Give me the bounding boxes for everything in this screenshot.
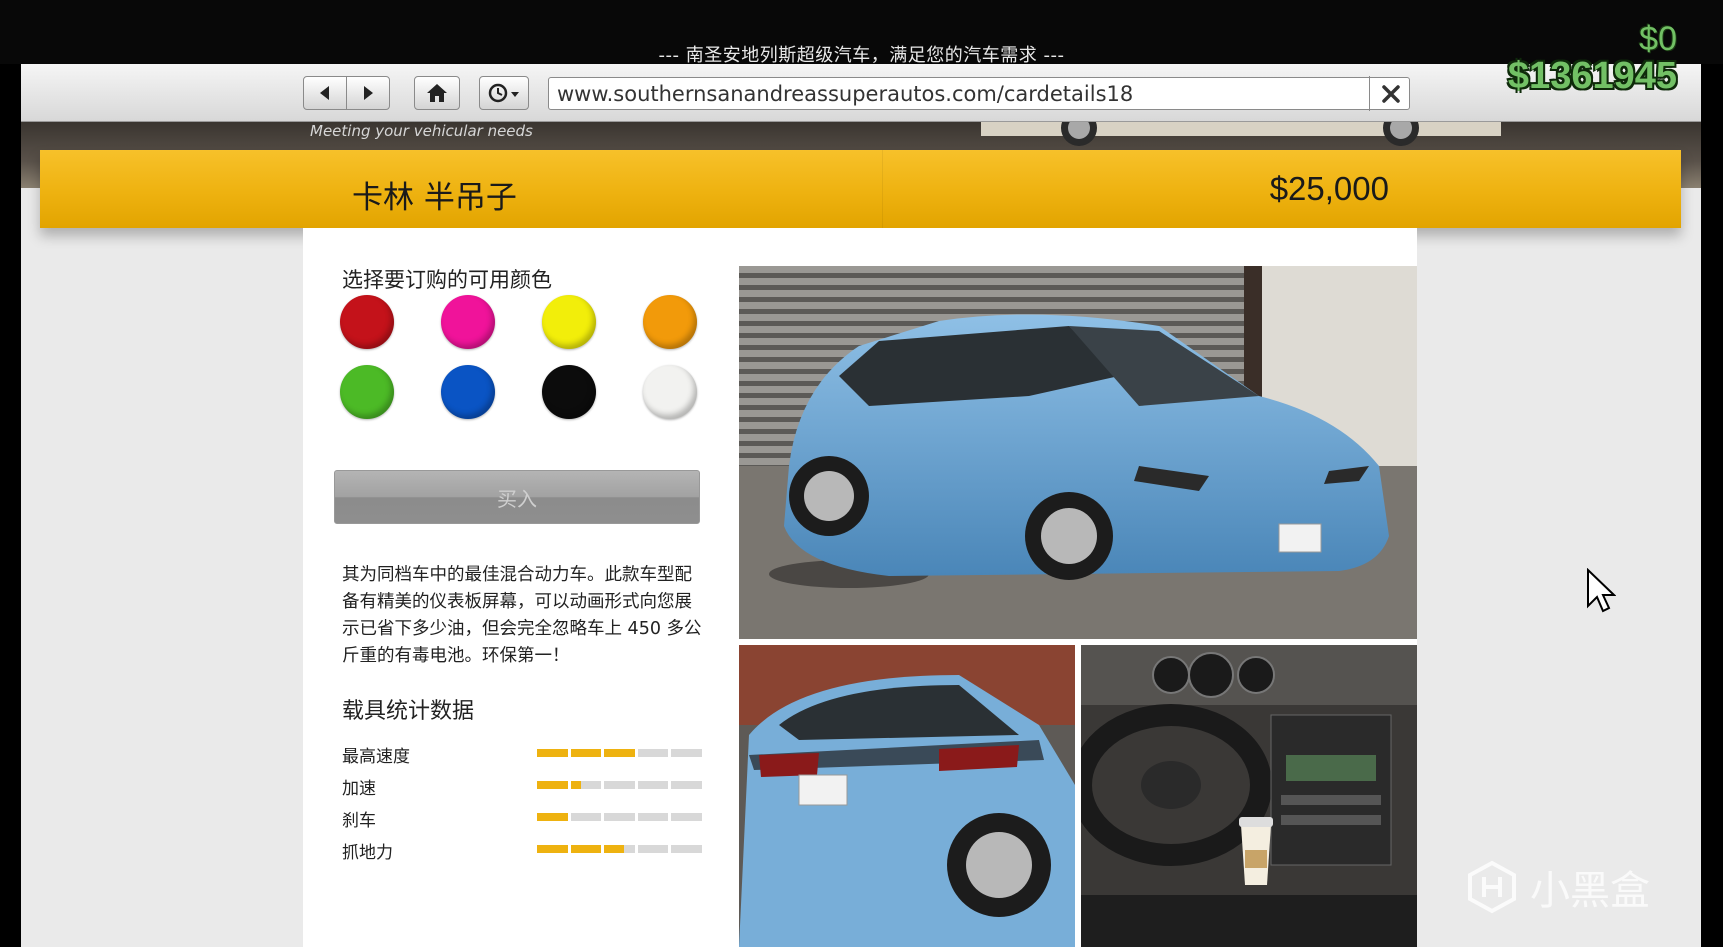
site-tagline: Meeting your vehicular needs <box>310 122 533 140</box>
stat-segment-fill <box>537 781 568 789</box>
watermark: 小黑盒 <box>1464 858 1650 916</box>
banner-car-image <box>981 122 1501 146</box>
color-swatch-orange[interactable] <box>643 295 697 349</box>
browser-toolbar: www.southernsanandreassuperautos.com/car… <box>21 64 1701 122</box>
stat-segment <box>537 813 568 821</box>
bank-amount: $1361945 <box>1507 55 1677 97</box>
stat-row-traction: 抓地力 <box>342 838 702 863</box>
stat-segment-fill <box>604 749 635 757</box>
url-bar[interactable]: www.southernsanandreassuperautos.com/car… <box>548 77 1410 110</box>
history-button[interactable] <box>479 76 529 110</box>
stat-segment-fill <box>537 749 568 757</box>
web-page: Meeting your vehicular needs 卡林 半吊子 $25,… <box>21 122 1701 947</box>
stat-segment-fill <box>570 845 602 853</box>
color-swatch-yellow[interactable] <box>542 295 596 349</box>
stat-label: 加速 <box>342 779 376 799</box>
mouse-cursor-icon <box>1587 568 1616 613</box>
vehicle-detail-panel: 选择要订购的可用颜色 买入 其为同档车中的最佳混合动力车。此款车型配备有精美的仪… <box>303 228 1417 947</box>
stat-segment <box>570 749 602 757</box>
vehicle-header-bar: 卡林 半吊子 $25,000 <box>40 150 1681 228</box>
stat-segment <box>604 813 635 821</box>
forward-button[interactable] <box>346 76 390 110</box>
header-divider <box>882 150 883 228</box>
stat-row-braking: 刹车 <box>342 806 702 831</box>
stat-segment-fill <box>570 781 582 789</box>
stat-segment-fill <box>537 813 568 821</box>
color-swatch-green[interactable] <box>340 365 394 419</box>
left-border <box>0 64 21 947</box>
stat-segment <box>537 845 568 853</box>
color-swatch-pink[interactable] <box>441 295 495 349</box>
stat-segment <box>570 845 602 853</box>
stats-heading: 载具统计数据 <box>342 699 475 724</box>
back-button[interactable] <box>303 76 347 110</box>
stat-segment <box>570 781 602 789</box>
forward-arrow-icon <box>364 86 373 100</box>
vehicle-description: 其为同档车中的最佳混合动力车。此款车型配备有精美的仪表板屏幕，可以动画形式向您展… <box>342 565 702 666</box>
color-swatch-red[interactable] <box>340 295 394 349</box>
vehicle-photo-rear <box>739 645 1075 947</box>
vehicle-photo-interior <box>1081 645 1417 947</box>
color-swatch-white[interactable] <box>643 365 697 419</box>
stat-segment <box>637 781 669 789</box>
stat-segment <box>604 845 635 853</box>
color-swatch-black[interactable] <box>542 365 596 419</box>
right-border <box>1701 64 1723 947</box>
stat-bar <box>537 845 702 853</box>
stat-segment <box>604 749 635 757</box>
home-button[interactable] <box>414 76 460 110</box>
stat-label: 刹车 <box>342 811 376 831</box>
stat-segment <box>537 781 568 789</box>
stat-segment-fill <box>537 845 568 853</box>
stat-segment <box>604 781 635 789</box>
vehicle-photo-front <box>739 266 1417 639</box>
stat-segment <box>671 845 702 853</box>
vehicle-price: $25,000 <box>1269 170 1389 207</box>
close-icon <box>1381 84 1400 103</box>
stat-segment <box>637 813 669 821</box>
stat-row-acceleration: 加速 <box>342 774 702 799</box>
stat-row-top-speed: 最高速度 <box>342 742 702 767</box>
vehicle-name: 卡林 半吊子 <box>352 180 517 216</box>
stat-bar <box>537 813 702 821</box>
stat-bar <box>537 781 702 789</box>
buy-button[interactable]: 买入 <box>334 470 700 524</box>
stat-segment <box>671 813 702 821</box>
stat-label: 最高速度 <box>342 747 410 767</box>
stat-segment-fill <box>604 845 625 853</box>
car-interior-image <box>1081 645 1417 947</box>
window-titlebar: --- 南圣安地列斯超级汽车，满足您的汽车需求 --- <box>0 0 1723 66</box>
stat-bar <box>537 749 702 757</box>
stat-segment <box>671 781 702 789</box>
stat-segment-fill <box>570 749 602 757</box>
cash-amount: $0 <box>1639 20 1677 58</box>
watermark-logo-icon <box>1468 860 1516 914</box>
car-front-image <box>739 266 1417 639</box>
color-swatch-blue[interactable] <box>441 365 495 419</box>
stat-segment <box>671 749 702 757</box>
close-button[interactable] <box>1369 76 1411 111</box>
home-icon <box>427 84 447 102</box>
stat-segment <box>537 749 568 757</box>
stat-segment <box>637 845 669 853</box>
stat-segment <box>637 749 669 757</box>
car-rear-image <box>739 645 1075 947</box>
url-text: www.southernsanandreassuperautos.com/car… <box>557 82 1134 106</box>
clock-icon <box>488 83 519 103</box>
back-arrow-icon <box>320 86 329 100</box>
color-heading: 选择要订购的可用颜色 <box>342 268 552 292</box>
stat-segment <box>570 813 602 821</box>
stat-label: 抓地力 <box>342 843 393 863</box>
watermark-text: 小黑盒 <box>1530 868 1650 914</box>
